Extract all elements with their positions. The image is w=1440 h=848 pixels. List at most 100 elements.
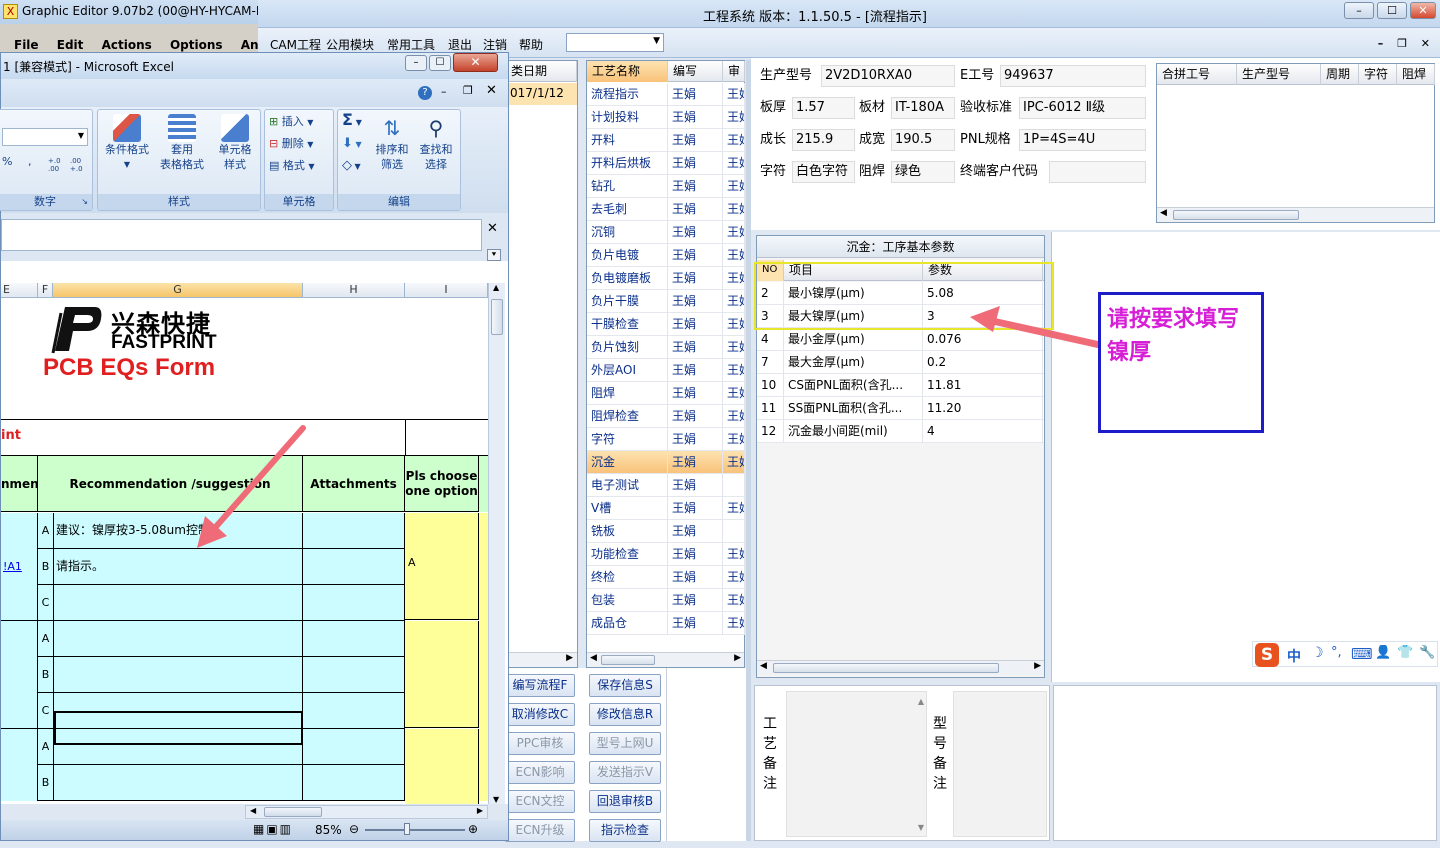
process-row[interactable]: 成品仓王娟王娟 xyxy=(587,612,745,635)
excel-minimize-button[interactable]: – xyxy=(405,55,427,71)
eq-letter-cell[interactable]: B xyxy=(38,765,54,801)
header-reviewer[interactable]: 审 xyxy=(723,61,745,82)
user-icon[interactable]: 👤 xyxy=(1375,645,1389,663)
eq-letter-cell[interactable]: A xyxy=(38,513,54,549)
field-thickness[interactable]: 1.57 xyxy=(792,97,855,119)
menu-logout[interactable]: 注销 xyxy=(483,36,507,53)
eq-suggestion-cell[interactable] xyxy=(54,621,303,657)
moon-icon[interactable]: ☽ xyxy=(1311,645,1324,661)
action-button[interactable]: 修改信息R xyxy=(589,703,661,726)
clear-icon[interactable]: ◇ ▼ xyxy=(342,158,361,174)
process-row[interactable]: 负片干膜王娟王娟 xyxy=(587,290,745,313)
process-row[interactable]: 负电镀磨板王娟王娟 xyxy=(587,267,745,290)
choice-cell[interactable]: A xyxy=(405,513,479,620)
process-row[interactable]: 负片蚀刻王娟王娟 xyxy=(587,336,745,359)
menu-exit[interactable]: 退出 xyxy=(448,36,472,53)
scroll-thumb[interactable] xyxy=(491,299,503,335)
minimize-button[interactable]: – xyxy=(1344,2,1374,19)
eq-attachment-cell[interactable] xyxy=(303,549,405,585)
header-merge-model[interactable]: 生产型号 xyxy=(1237,64,1321,85)
field-eno[interactable]: 949637 xyxy=(1000,65,1146,87)
choice-cell-3[interactable] xyxy=(405,729,479,804)
expand-formula-icon[interactable]: ⯆ xyxy=(487,249,501,261)
ge-menu-actions[interactable]: Actions xyxy=(102,38,152,52)
field-material[interactable]: IT-180A xyxy=(891,97,955,119)
delete-button[interactable]: ⊟ 删除 ▼ xyxy=(269,136,313,152)
sogou-icon[interactable]: S xyxy=(1255,643,1279,667)
process-row[interactable]: 干膜检查王娟王娟 xyxy=(587,313,745,336)
menu-common-module[interactable]: 公用模块 xyxy=(326,36,374,53)
scroll-thumb[interactable] xyxy=(264,807,322,817)
action-button[interactable]: 取消修改C xyxy=(505,703,575,726)
eq-suggestion-cell[interactable] xyxy=(54,585,303,621)
active-cell[interactable] xyxy=(54,711,303,745)
process-row[interactable]: 外层AOI王娟王娟 xyxy=(587,359,745,382)
date-header[interactable]: 类日期 xyxy=(506,61,577,82)
process-row[interactable]: 计划投料王娟王娟 xyxy=(587,106,745,129)
action-button[interactable]: ECN影响 xyxy=(505,761,575,784)
action-button[interactable]: 型号上网U xyxy=(589,732,661,755)
field-customer-code[interactable] xyxy=(1049,161,1146,183)
eq-suggestion-cell[interactable]: 请指示。 xyxy=(54,549,303,585)
header-cell-h[interactable]: Attachments xyxy=(303,456,405,512)
eq-letter-cell[interactable]: C xyxy=(38,585,54,621)
process-row[interactable]: 铣板 王娟 xyxy=(587,520,745,543)
process-row[interactable]: 字符王娟王娟 xyxy=(587,428,745,451)
process-row[interactable]: 阻焊检查王娟王娟 xyxy=(587,405,745,428)
eq-attachment-cell[interactable] xyxy=(303,513,405,549)
model-remark-textarea[interactable] xyxy=(953,691,1047,837)
action-button[interactable]: ECN升级 xyxy=(505,819,575,842)
ribbon-minimize-icon[interactable]: – xyxy=(441,85,447,98)
percent-button[interactable]: % xyxy=(2,155,12,168)
action-button[interactable]: 回退审核B xyxy=(589,790,661,813)
col-header-e[interactable]: E xyxy=(1,283,38,298)
excel-maximize-button[interactable]: ☐ xyxy=(429,55,451,71)
process-row[interactable]: 沉金王娟王娟 xyxy=(587,451,745,474)
eq-attachment-cell[interactable] xyxy=(303,765,405,801)
header-cell-e[interactable]: nment xyxy=(1,456,38,512)
splitter[interactable] xyxy=(578,60,586,668)
close-icon[interactable]: ✕ xyxy=(487,221,498,236)
zoom-in-icon[interactable]: ⊕ xyxy=(468,822,478,836)
eq-cell-e[interactable] xyxy=(1,621,38,657)
process-row[interactable]: 负片电镀王娟王娟 xyxy=(587,244,745,267)
col-header-g[interactable]: G xyxy=(53,283,303,298)
merge-table-scrollbar[interactable]: ◀ xyxy=(1157,207,1434,222)
eq-letter-cell[interactable]: B xyxy=(38,549,54,585)
header-process-name[interactable]: 工艺名称 xyxy=(587,61,668,82)
zoom-level[interactable]: 85% xyxy=(315,823,342,837)
field-pnl[interactable]: 1P=4S=4U xyxy=(1019,129,1146,151)
eq-letter-cell[interactable]: A xyxy=(38,621,54,657)
eq-attachment-cell[interactable] xyxy=(303,693,405,729)
menu-combo[interactable]: ▼ xyxy=(566,33,664,52)
header-merge-char[interactable]: 字符 xyxy=(1359,64,1397,85)
eq-letter-cell[interactable]: B xyxy=(38,657,54,693)
conditional-format-button[interactable]: 条件格式 ▼ xyxy=(100,114,154,172)
format-button[interactable]: ▤ 格式 ▼ xyxy=(269,158,315,174)
scroll-thumb[interactable] xyxy=(1173,210,1299,220)
process-row[interactable]: 开料王娟王娟 xyxy=(587,129,745,152)
scroll-thumb[interactable] xyxy=(773,663,999,673)
eq-letter-cell[interactable]: A xyxy=(38,729,54,765)
skin-icon[interactable]: 👕 xyxy=(1397,645,1413,663)
action-button[interactable]: 编写流程F xyxy=(505,674,575,697)
autosum-icon[interactable]: Σ ▼ xyxy=(342,112,362,130)
eq-cell-e[interactable] xyxy=(1,657,38,693)
decrease-decimal-button[interactable]: .00 +.0 xyxy=(70,157,88,173)
ge-menu-file[interactable]: File xyxy=(14,38,39,52)
eq-letter-cell[interactable]: C xyxy=(38,693,54,729)
process-row[interactable]: 包装王娟王娟 xyxy=(587,589,745,612)
ime-chinese-mode[interactable]: 中 xyxy=(1287,646,1301,666)
zoom-slider-thumb[interactable] xyxy=(404,823,410,835)
col-header-h[interactable]: H xyxy=(303,283,405,298)
header-merge-eno[interactable]: 合拼工号 xyxy=(1157,64,1237,85)
process-row[interactable]: V槽王娟王娟 xyxy=(587,497,745,520)
field-soldermask[interactable]: 绿色 xyxy=(891,161,955,183)
ribbon-restore-icon[interactable]: ❐ xyxy=(463,84,473,97)
field-standard[interactable]: IPC-6012 Ⅱ级 xyxy=(1019,97,1146,119)
ge-menu-options[interactable]: Options xyxy=(170,38,223,52)
sort-filter-button[interactable]: ⇅ 排序和 筛选 xyxy=(372,114,412,172)
process-row[interactable]: 阻焊王娟王娟 xyxy=(587,382,745,405)
process-row[interactable]: 开料后烘板王娟王娟 xyxy=(587,152,745,175)
process-row[interactable]: 电子测试 王娟 xyxy=(587,474,745,497)
